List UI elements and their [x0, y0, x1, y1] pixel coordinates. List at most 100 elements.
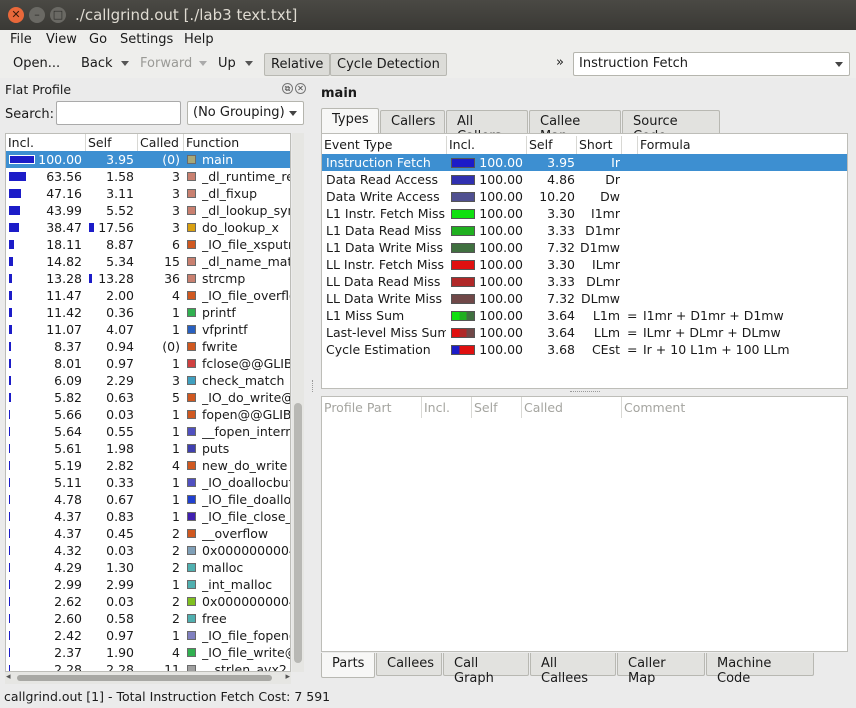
tab-machine-code[interactable]: Machine Code — [706, 653, 814, 686]
table-row[interactable]: 5.82 0.63 5 _IO_do_write@ — [6, 389, 290, 406]
col-formula[interactable]: Formula — [638, 136, 847, 154]
event-type-row[interactable]: LL Data Write Miss 100.00 7.32 DLmw — [322, 290, 847, 307]
event-type-row[interactable]: L1 Miss Sum 100.00 3.64 L1m = I1mr + D1mr + D… — [322, 307, 847, 324]
table-row[interactable]: 5.19 2.82 4 new_do_write — [6, 457, 290, 474]
col-self[interactable]: Self — [472, 397, 522, 418]
event-type-row[interactable]: Last-level Miss Sum 100.00 3.64 LLm = ILmr + … — [322, 324, 847, 341]
table-row[interactable]: 13.28 13.28 36 strcmp — [6, 270, 290, 287]
table-row[interactable]: 14.82 5.34 15 _dl_name_matc — [6, 253, 290, 270]
table-row[interactable]: 2.62 0.03 2 0x0000000004 — [6, 593, 290, 610]
event-type-row[interactable]: L1 Data Read Miss 100.00 3.33 D1mr — [322, 222, 847, 239]
table-row[interactable]: 4.37 0.83 1 _IO_file_close_i — [6, 508, 290, 525]
tab-types[interactable]: Types — [321, 108, 379, 133]
table-row[interactable]: 6.09 2.29 3 check_match — [6, 372, 290, 389]
table-row[interactable]: 11.07 4.07 1 vfprintf — [6, 321, 290, 338]
back-dropdown-icon[interactable] — [121, 61, 129, 66]
table-row[interactable]: 5.66 0.03 1 fopen@@GLIBC — [6, 406, 290, 423]
toolbar-overflow-icon[interactable]: » — [556, 55, 564, 70]
back-button[interactable]: Back — [81, 56, 113, 71]
parts-table[interactable]: Profile Part Incl. Self Called Comment — [321, 396, 848, 652]
menu-settings[interactable]: Settings — [120, 32, 173, 47]
table-row[interactable]: 8.37 0.94 (0) fwrite — [6, 338, 290, 355]
table-row[interactable]: 11.47 2.00 4 _IO_file_overflo — [6, 287, 290, 304]
cycle-detection-toggle[interactable]: Cycle Detection — [330, 53, 447, 76]
up-button[interactable]: Up — [218, 56, 236, 71]
event-type-row[interactable]: Data Write Access 100.00 10.20 Dw — [322, 188, 847, 205]
menu-go[interactable]: Go — [89, 32, 107, 47]
tab-source-code[interactable]: Source Code — [622, 110, 720, 144]
event-type-row[interactable]: LL Data Read Miss 100.00 3.33 DLmr — [322, 273, 847, 290]
table-row[interactable]: 4.32 0.03 2 0x0000000004 — [6, 542, 290, 559]
col-profile-part[interactable]: Profile Part — [322, 397, 422, 418]
table-row[interactable]: 2.42 0.97 1 _IO_file_fopen@ — [6, 627, 290, 644]
maximize-window-icon[interactable]: □ — [50, 7, 66, 23]
table-row[interactable]: 18.11 8.87 6 _IO_file_xsputn — [6, 236, 290, 253]
col-incl[interactable]: Incl. — [6, 134, 86, 151]
event-type-row[interactable]: Instruction Fetch 100.00 3.95 Ir — [322, 154, 847, 171]
table-row[interactable]: 8.01 0.97 1 fclose@@GLIBC — [6, 355, 290, 372]
event-type-row[interactable]: LL Instr. Fetch Miss 100.00 3.30 ILmr — [322, 256, 847, 273]
event-type-row[interactable]: Data Read Access 100.00 4.86 Dr — [322, 171, 847, 188]
table-row[interactable]: 63.56 1.58 3 _dl_runtime_re — [6, 168, 290, 185]
minimize-window-icon[interactable]: – — [29, 7, 45, 23]
close-window-icon[interactable]: ✕ — [8, 7, 24, 23]
flat-profile-hscrollbar[interactable]: ◂ ▸ — [5, 672, 291, 684]
table-row[interactable]: 2.28 2.28 11 __strlen_avx2 — [6, 661, 290, 671]
open-button[interactable]: Open... — [13, 56, 60, 71]
tab-callees[interactable]: Callees — [376, 653, 442, 676]
table-row[interactable]: 2.99 2.99 1 _int_malloc — [6, 576, 290, 593]
col-short[interactable]: Short — [577, 136, 622, 154]
col-called[interactable]: Called — [522, 397, 622, 418]
relative-toggle[interactable]: Relative — [264, 53, 331, 76]
col-function[interactable]: Function — [184, 134, 290, 151]
menu-view[interactable]: View — [46, 32, 77, 47]
pane-splitter[interactable] — [312, 380, 315, 392]
forward-dropdown-icon[interactable] — [199, 61, 207, 66]
event-type-row[interactable]: Cycle Estimation 100.00 3.68 CEst = Ir + 10 L… — [322, 341, 847, 358]
table-row[interactable]: 43.99 5.52 3 _dl_lookup_syn — [6, 202, 290, 219]
col-incl[interactable]: Incl. — [422, 397, 472, 418]
col-event-type[interactable]: Event Type — [322, 136, 447, 154]
col-comment[interactable]: Comment — [622, 397, 847, 418]
vertical-splitter-handle[interactable] — [570, 391, 600, 393]
table-row[interactable]: 5.11 0.33 1 _IO_doallocbuf — [6, 474, 290, 491]
up-dropdown-icon[interactable] — [245, 61, 253, 66]
table-row[interactable]: 100.00 3.95 (0) main — [6, 151, 290, 168]
menu-file[interactable]: File — [10, 32, 32, 47]
tab-caller-map[interactable]: Caller Map — [617, 653, 705, 686]
hscroll-thumb[interactable] — [17, 675, 272, 681]
flat-profile-list[interactable]: Incl. Self Called Function 100.00 3.95 (0)… — [5, 133, 291, 672]
col-called[interactable]: Called — [138, 134, 184, 151]
tab-callee-map[interactable]: Callee Map — [529, 110, 621, 144]
table-row[interactable]: 11.42 0.36 1 printf — [6, 304, 290, 321]
table-row[interactable]: 38.47 17.56 3 do_lookup_x — [6, 219, 290, 236]
tab-call-graph[interactable]: Call Graph — [443, 653, 529, 686]
event-types-table[interactable]: Event Type Incl. Self Short Formula Inst… — [321, 133, 848, 389]
table-row[interactable]: 5.61 1.98 1 puts — [6, 440, 290, 457]
event-type-row[interactable]: L1 Data Write Miss 100.00 7.32 D1mw — [322, 239, 847, 256]
search-input[interactable] — [56, 101, 181, 125]
table-row[interactable]: 4.37 0.45 2 __overflow — [6, 525, 290, 542]
col-self[interactable]: Self — [86, 134, 138, 151]
flat-profile-vscrollbar[interactable] — [292, 133, 304, 672]
col-self[interactable]: Self — [527, 136, 577, 154]
forward-button[interactable]: Forward — [140, 56, 192, 71]
table-row[interactable]: 2.37 1.90 4 _IO_file_write@ — [6, 644, 290, 661]
table-row[interactable]: 4.78 0.67 1 _IO_file_doalloc — [6, 491, 290, 508]
menu-help[interactable]: Help — [184, 32, 214, 47]
table-row[interactable]: 47.16 3.11 3 _dl_fixup — [6, 185, 290, 202]
event-type-row[interactable]: L1 Instr. Fetch Miss 100.00 3.30 I1mr — [322, 205, 847, 222]
tab-all-callers[interactable]: All Callers — [446, 110, 528, 144]
event-type-select[interactable]: Instruction Fetch — [573, 52, 850, 76]
tab-callers[interactable]: Callers — [380, 110, 445, 133]
tab-all-callees[interactable]: All Callees — [530, 653, 616, 686]
tab-parts[interactable]: Parts — [321, 653, 375, 678]
float-panel-icon[interactable]: ⧉ — [282, 83, 293, 94]
close-panel-icon[interactable]: ✕ — [295, 83, 306, 94]
col-eq[interactable] — [622, 136, 638, 154]
scroll-left-icon[interactable]: ◂ — [6, 672, 11, 682]
table-row[interactable]: 2.60 0.58 2 free — [6, 610, 290, 627]
scroll-right-icon[interactable]: ▸ — [285, 672, 290, 682]
vscroll-thumb[interactable] — [294, 403, 302, 663]
table-row[interactable]: 5.64 0.55 1 __fopen_intern — [6, 423, 290, 440]
